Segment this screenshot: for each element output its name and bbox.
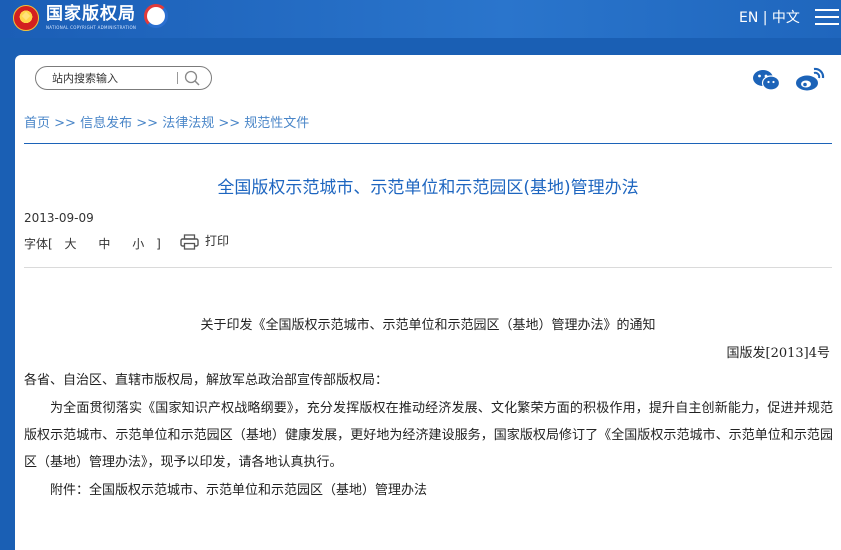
breadcrumb-divider (24, 143, 832, 144)
attachment-note: 附件：全国版权示范城市、示范单位和示范园区（基地）管理办法 (50, 483, 428, 498)
font-size-medium[interactable]: 中 (98, 237, 110, 251)
national-emblem-icon (13, 5, 39, 31)
top-bar: 国家版权局 NATIONAL COPYRIGHT ADMINISTRATION … (0, 0, 841, 38)
wechat-icon[interactable] (752, 68, 780, 92)
breadcrumb-separator: >> (54, 116, 76, 131)
font-size-selector: 字体[ 大 中 小 ] (24, 235, 161, 252)
notice-title: 关于印发《全国版权示范城市、示范单位和示范园区（基地）管理办法》的通知 (200, 318, 656, 333)
breadcrumb-home[interactable]: 首页 (24, 116, 50, 131)
document-number: 国版发[2013]4号 (726, 346, 831, 361)
site-search (35, 66, 212, 90)
site-logo-subtitle: NATIONAL COPYRIGHT ADMINISTRATION (46, 25, 137, 30)
header-divider (24, 267, 832, 268)
breadcrumb-info-release[interactable]: 信息发布 (80, 116, 132, 131)
swirl-logo-icon (144, 4, 168, 28)
hamburger-menu-icon[interactable] (815, 9, 839, 27)
printer-icon (180, 233, 199, 250)
breadcrumb-laws[interactable]: 法律法规 (162, 116, 214, 131)
font-size-label: 字体 (24, 237, 49, 251)
article-date: 2013-09-09 (24, 211, 94, 225)
site-logo-text[interactable]: 国家版权局 (46, 3, 136, 25)
content-panel: 首页 >> 信息发布 >> 法律法规 >> 规范性文件 全国版权示范城市、示范单… (15, 55, 841, 550)
breadcrumb-separator: >> (136, 116, 159, 131)
article-title: 全国版权示范城市、示范单位和示范园区(基地)管理办法 (217, 178, 639, 198)
print-label: 打印 (205, 234, 230, 248)
font-size-small[interactable]: 小 (132, 237, 144, 251)
font-size-large[interactable]: 大 (65, 237, 77, 251)
print-button[interactable]: 打印 (180, 232, 229, 250)
search-input[interactable] (52, 69, 172, 87)
addressee: 各省、自治区、直辖市版权局，解放军总政治部宣传部版权局： (24, 373, 389, 388)
breadcrumb-normative-docs[interactable]: 规范性文件 (244, 116, 309, 131)
font-size-bracket-close: ] (156, 237, 161, 251)
weibo-icon[interactable] (795, 66, 825, 92)
breadcrumb: 首页 >> 信息发布 >> 法律法规 >> 规范性文件 (24, 112, 309, 131)
language-switch[interactable]: EN | 中文 (739, 9, 800, 27)
font-size-bracket-open: [ (48, 237, 53, 251)
body-paragraph: 为全面贯彻落实《国家知识产权战略纲要》，充分发挥版权在推动经济发展、文化繁荣方面… (24, 401, 833, 470)
search-divider (177, 72, 178, 84)
breadcrumb-separator: >> (218, 116, 241, 131)
search-icon[interactable] (183, 69, 203, 87)
